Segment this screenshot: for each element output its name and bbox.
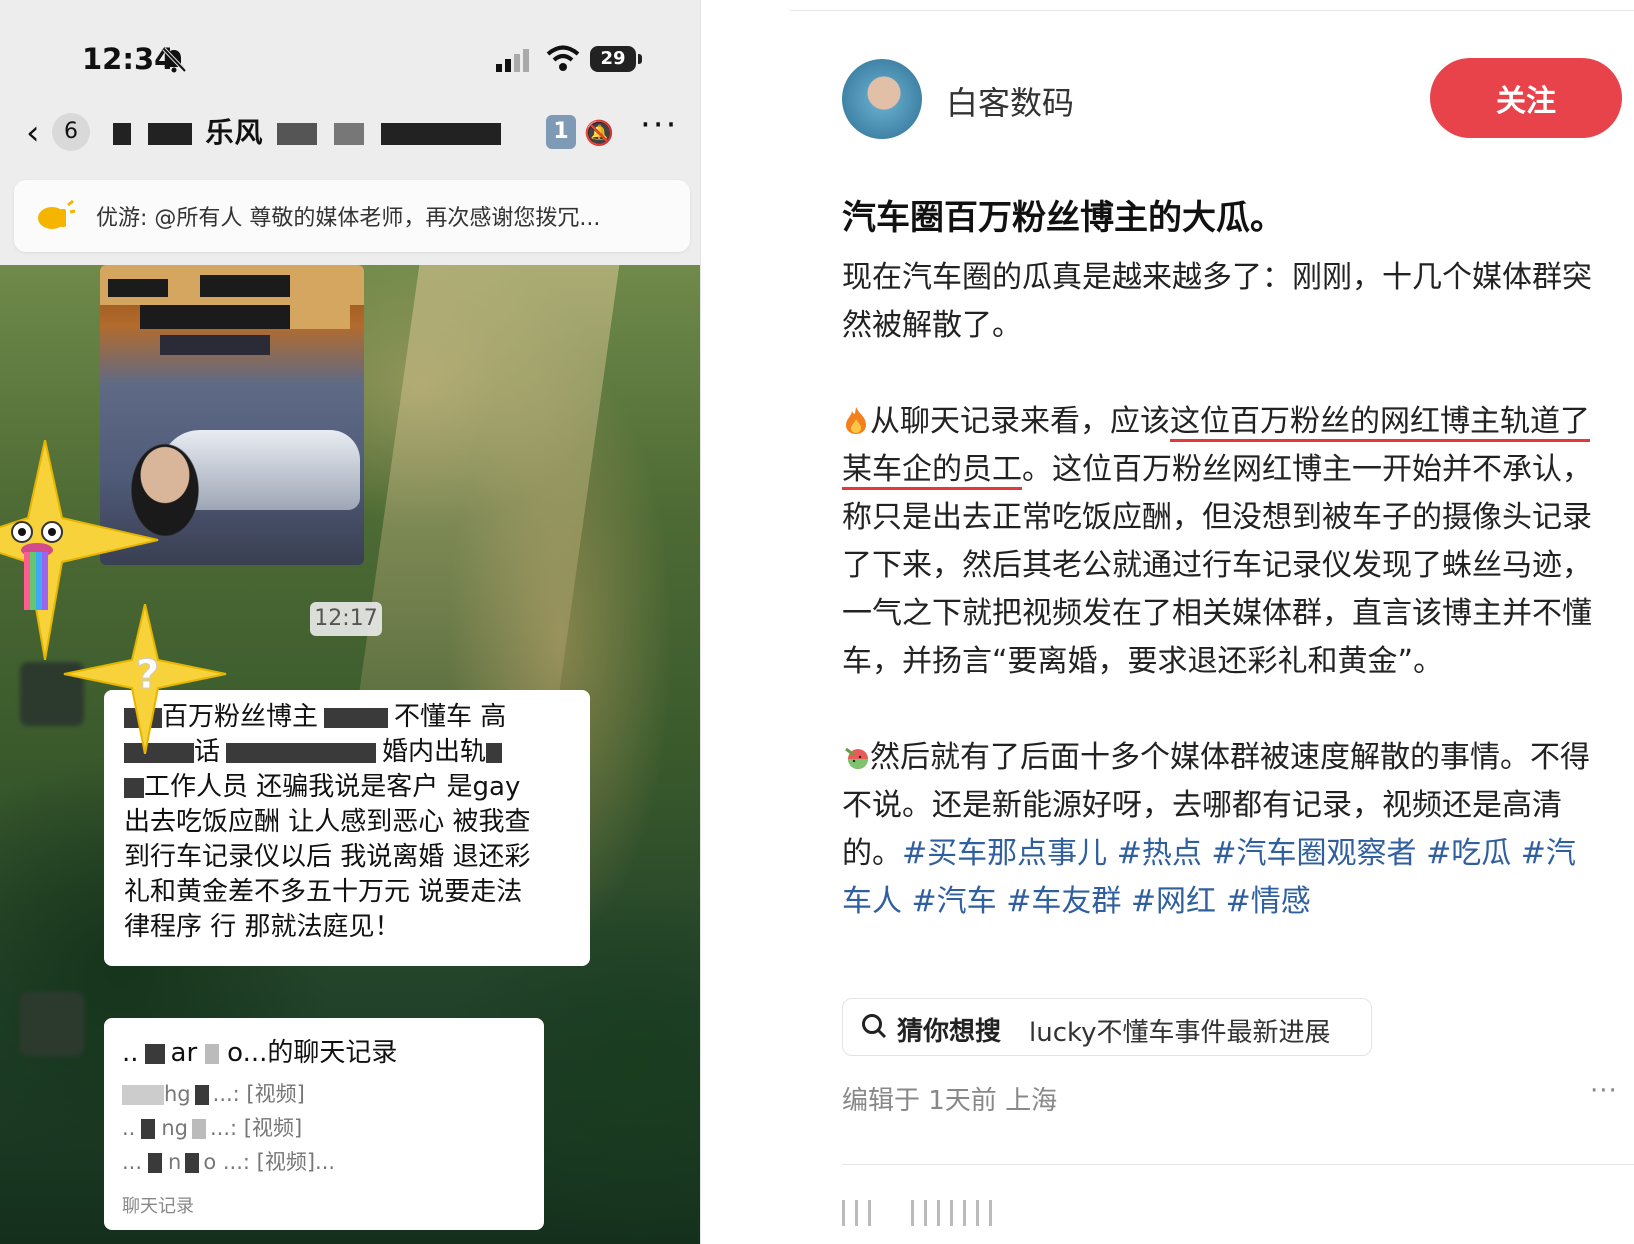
bell-off-icon (162, 47, 187, 73)
status-bar: 12:34 29 (0, 0, 700, 110)
hashtag-link[interactable]: #吃瓜 (1426, 836, 1511, 871)
author-avatar[interactable] (842, 59, 922, 139)
pinned-text: 优游: @所有人 尊敬的媒体老师，再次感谢您拨冗... (96, 206, 601, 231)
time-separator: 12:17 (310, 602, 382, 636)
article-title: 汽车圈百万粉丝博主的大瓜。 (842, 198, 1284, 238)
group-title-visible: 乐风 (205, 116, 264, 149)
follow-button[interactable]: 关注 (1430, 58, 1622, 138)
more-options-icon[interactable]: ··· (640, 105, 678, 145)
more-icon[interactable]: ··· (1590, 1076, 1618, 1106)
paragraph: 现在汽车圈的瓜真是越来越多了：刚刚，十几个媒体群突然被解散了。 (842, 260, 1592, 343)
hashtag-link[interactable]: #情感 (1226, 884, 1311, 919)
chat-record-line: ... n o ...: [视频]... (122, 1150, 336, 1174)
member-count-badge: 1 (546, 115, 576, 149)
chat-record-footer: 聊天记录 (122, 1196, 194, 1217)
divider (790, 10, 1634, 11)
fire-icon (846, 407, 866, 434)
chat-header: ‹ 6 乐风 1 🔕 ··· (0, 105, 700, 161)
article-body: 现在汽车圈的瓜真是越来越多了：刚刚，十几个媒体群突然被解散了。 从聊天记录来看，… (842, 254, 1602, 974)
hashtag-link[interactable]: #网红 (1131, 884, 1216, 919)
back-icon[interactable]: ‹ (26, 113, 40, 153)
search-suggestion-label: 猜你想搜 (897, 1017, 1002, 1047)
wifi-icon (546, 45, 580, 71)
announcement-icon (38, 199, 76, 229)
signal-icon (496, 49, 529, 72)
group-title: 乐风 (110, 111, 504, 151)
search-suggestion-query: lucky不懂车事件最新进展 (1029, 1018, 1331, 1048)
hashtag-link[interactable]: #汽车圈观察者 (1211, 836, 1416, 871)
divider (842, 1164, 1634, 1165)
chat-record-line: hg...: [视频] (122, 1078, 305, 1108)
paragraph: 从聊天记录来看，应该这位百万粉丝的网红博主轨道了某车企的员工。这位百万粉丝网红博… (842, 404, 1592, 679)
chat-record-line: .. ng...: [视频] (122, 1116, 303, 1140)
chat-record-card[interactable]: .. ar o...的聊天记录 hg...: [视频] .. ng...: [视频] … (104, 1018, 544, 1230)
edit-meta: 编辑于 1天前 上海 (842, 1086, 1058, 1116)
pinned-announcement[interactable]: 优游: @所有人 尊敬的媒体老师，再次感谢您拨冗... (14, 180, 690, 252)
article-panel: 白客数码 关注 汽车圈百万粉丝博主的大瓜。 现在汽车圈的瓜真是越来越多了：刚刚，… (790, 0, 1634, 1244)
star-sticker-question: ? (63, 604, 227, 754)
sender-avatar[interactable] (20, 992, 84, 1056)
author-name[interactable]: 白客数码 (946, 78, 1074, 124)
hashtag-link[interactable]: #买车那点事儿 (902, 836, 1107, 871)
paragraph: 然后就有了后面十多个媒体群被速度解散的事情。不得不说。还是新能源好呀，去哪都有记… (842, 740, 1590, 919)
unread-count-badge[interactable]: 6 (52, 113, 90, 151)
search-suggestion[interactable]: 猜你想搜 lucky不懂车事件最新进展 (842, 998, 1372, 1056)
battery-icon: 29 (590, 46, 642, 72)
truncated-content (842, 1200, 1002, 1230)
mute-icon: 🔕 (584, 119, 614, 147)
hashtag-link[interactable]: #热点 (1117, 836, 1202, 871)
hashtag-link[interactable]: #汽车 (912, 884, 997, 919)
search-icon (862, 1014, 887, 1039)
svg-text:?: ? (136, 652, 159, 698)
melon-icon (845, 747, 868, 769)
hashtag-link[interactable]: #车友群 (1006, 884, 1121, 919)
chat-screenshot: 12:34 29 ‹ 6 乐风 1 🔕 ··· 优游: @所有人 尊敬的媒体老师… (0, 0, 701, 1244)
chat-record-title: .. ar o...的聊天记录 (122, 1038, 398, 1068)
